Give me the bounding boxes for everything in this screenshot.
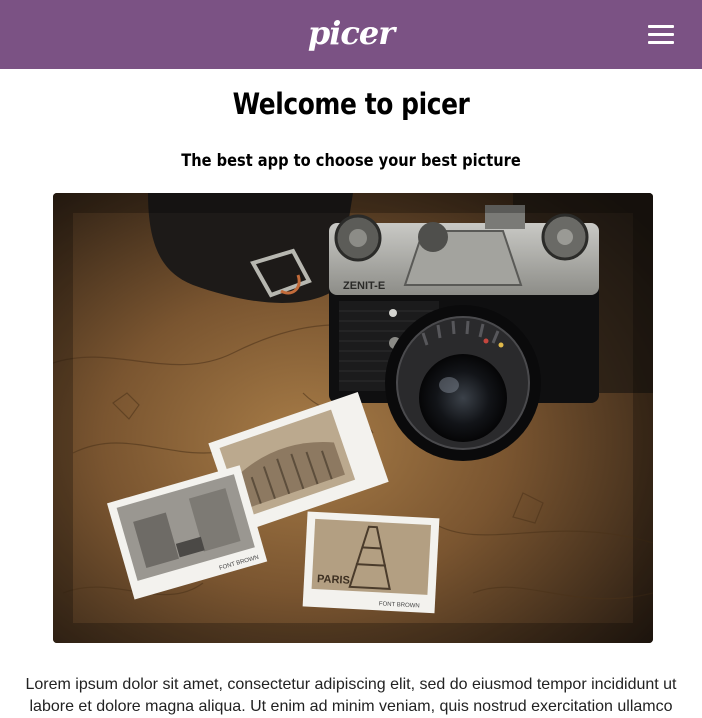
page-subtitle: The best app to choose your best picture xyxy=(181,151,521,171)
menu-line xyxy=(648,41,674,44)
hero-image-illustration: ZENIT-E FONT BROWN PARIS FONT BROWN xyxy=(53,193,653,643)
camera-lens xyxy=(385,305,541,461)
photo-paris: PARIS FONT BROWN xyxy=(302,511,440,614)
picer-logo[interactable]: picer xyxy=(0,13,702,53)
camera-model-label: ZENIT-E xyxy=(343,280,385,292)
intro-paragraph: Lorem ipsum dolor sit amet, consectetur … xyxy=(25,676,677,715)
menu-line xyxy=(648,25,674,28)
photo-label-paris: PARIS xyxy=(317,573,350,587)
hamburger-menu-icon[interactable] xyxy=(644,22,678,48)
hero-image: ZENIT-E FONT BROWN PARIS FONT BROWN xyxy=(53,193,653,643)
menu-line xyxy=(648,33,674,36)
page-title: Welcome to picer xyxy=(232,87,470,121)
top-navigation-bar: picer xyxy=(0,0,702,69)
